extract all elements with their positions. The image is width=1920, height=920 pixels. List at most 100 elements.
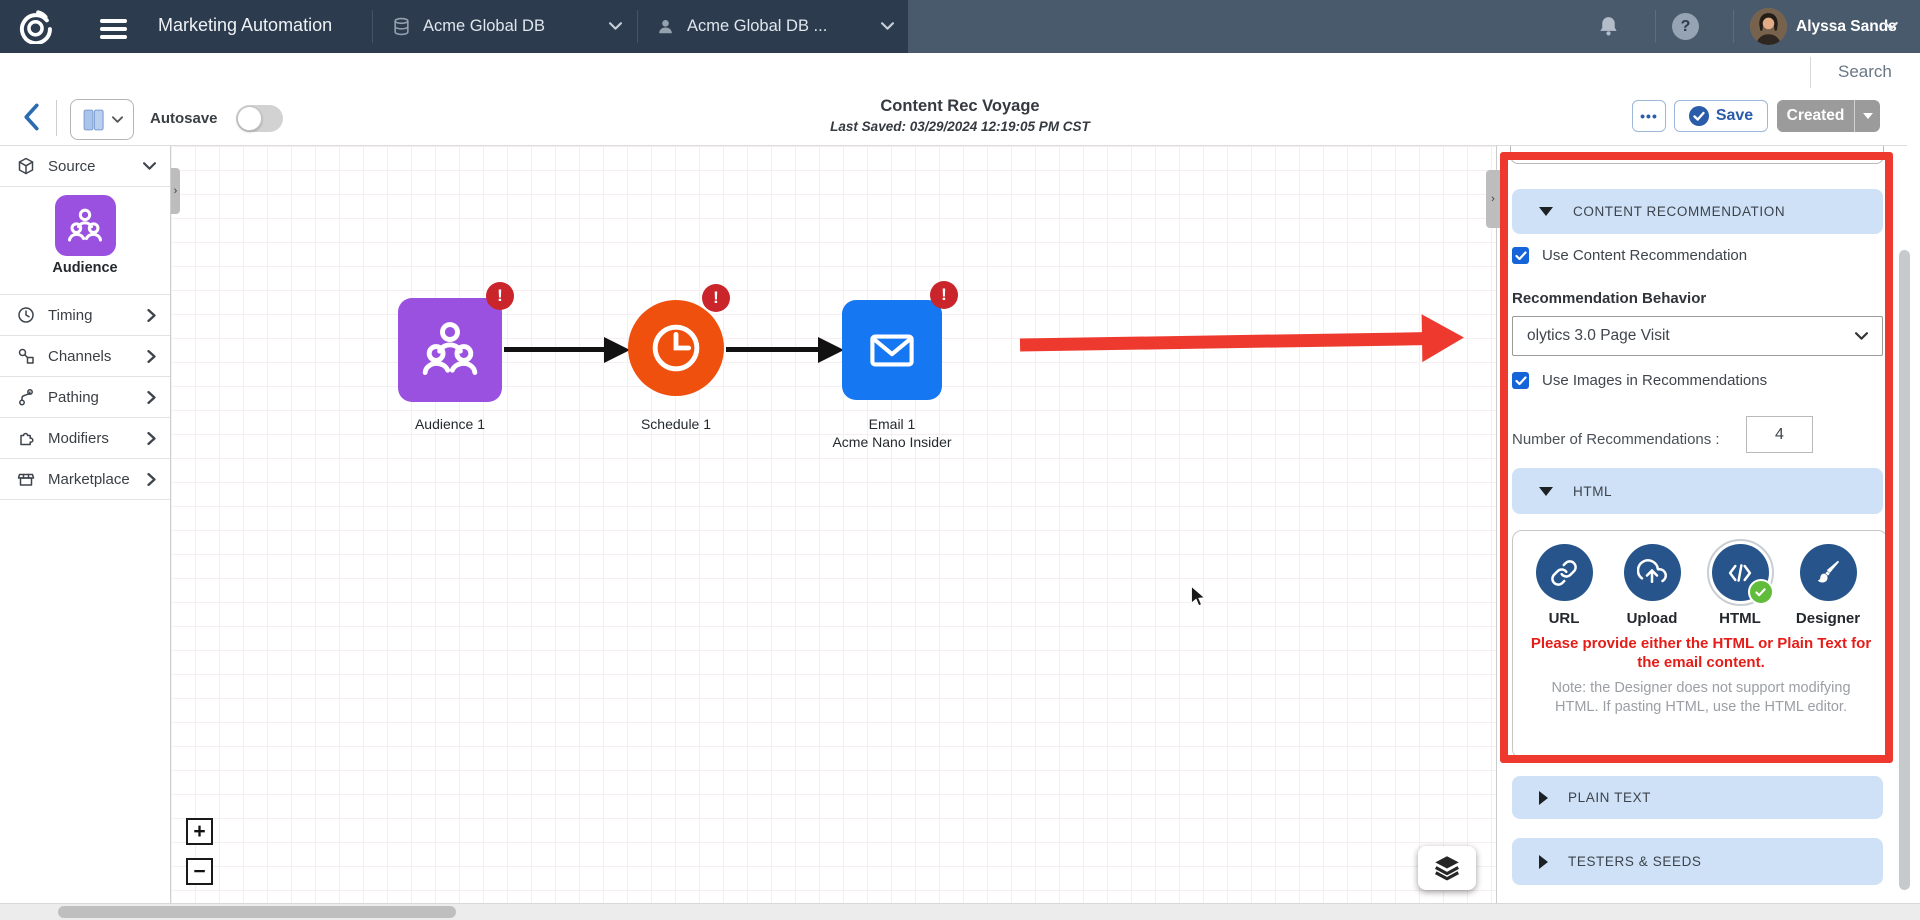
triangle-down-icon: [1539, 487, 1553, 496]
chevron-down-icon: [609, 22, 622, 31]
account-selector-label: Acme Global DB ...: [687, 17, 827, 36]
caret-down-icon: [1863, 113, 1873, 119]
help-glyph: ?: [1681, 18, 1691, 36]
person-icon: [656, 17, 675, 36]
sidebar-item-label: Timing: [48, 307, 92, 324]
save-button[interactable]: Save: [1674, 100, 1768, 132]
option-upload[interactable]: Upload: [1608, 544, 1696, 627]
section-header-html[interactable]: HTML: [1512, 468, 1883, 514]
section-header-plain-text[interactable]: PLAIN TEXT: [1512, 776, 1883, 819]
horizontal-scrollbar-thumb[interactable]: [58, 906, 456, 918]
sidebar-item-label: Source: [48, 158, 96, 175]
puzzle-icon: [17, 429, 35, 447]
status-dropdown-caret[interactable]: [1854, 100, 1880, 132]
connector-line: [726, 347, 820, 352]
recommendation-behavior-select[interactable]: olytics 3.0 Page Visit: [1512, 316, 1883, 356]
use-content-recommendation-row[interactable]: Use Content Recommendation: [1512, 247, 1747, 264]
connector-line: [504, 347, 606, 352]
sidebar-item-timing[interactable]: Timing: [0, 295, 170, 336]
audience-source-tile[interactable]: [55, 195, 116, 256]
node-label: Schedule 1: [616, 416, 736, 432]
sidebar-item-label: Modifiers: [48, 430, 109, 447]
zoom-out-button[interactable]: −: [186, 858, 213, 885]
help-icon[interactable]: ?: [1672, 0, 1699, 53]
checkbox-checked[interactable]: [1512, 372, 1529, 389]
database-selector-dropdown[interactable]: Acme Global DB: [392, 0, 622, 53]
layers-icon: [1432, 853, 1462, 883]
error-badge[interactable]: !: [486, 282, 514, 310]
audience-tile-label: Audience: [0, 260, 170, 276]
audience-group-icon: [62, 203, 108, 249]
account-selector-dropdown[interactable]: Acme Global DB ...: [656, 0, 894, 53]
source-palette: Audience: [0, 195, 170, 295]
top-navbar: Marketing Automation Acme Global DB Acme…: [0, 0, 1920, 53]
user-avatar[interactable]: [1750, 0, 1787, 53]
search-input[interactable]: Search: [1838, 62, 1892, 82]
paintbrush-icon: [1814, 559, 1842, 587]
node-email-1[interactable]: [842, 300, 942, 400]
storefront-icon: [17, 470, 35, 488]
horizontal-scrollbar[interactable]: [0, 903, 1920, 920]
cloud-upload-icon: [1637, 558, 1667, 588]
option-html[interactable]: HTML: [1696, 544, 1784, 627]
node-audience-1[interactable]: [398, 298, 502, 402]
clock-icon: [645, 317, 707, 379]
sidebar-item-marketplace[interactable]: Marketplace: [0, 459, 170, 500]
option-label: URL: [1520, 610, 1608, 627]
node-label: Email 1: [812, 416, 972, 432]
connector-arrowhead: [818, 337, 844, 363]
hamburger-menu-icon[interactable]: [100, 15, 127, 43]
error-badge[interactable]: !: [930, 281, 958, 309]
connector-arrowhead: [604, 337, 630, 363]
voyage-canvas[interactable]: [171, 145, 1496, 904]
notifications-bell-icon[interactable]: [1596, 0, 1621, 53]
section-title: PLAIN TEXT: [1568, 790, 1651, 805]
link-icon: [1550, 559, 1578, 587]
vertical-scrollbar[interactable]: [1898, 146, 1911, 903]
audience-group-icon: [413, 313, 487, 387]
app-logo-icon[interactable]: [18, 9, 53, 49]
more-options-button[interactable]: •••: [1632, 100, 1666, 132]
triangle-right-icon: [1539, 791, 1548, 805]
sidebar-item-label: Marketplace: [48, 471, 130, 488]
sidebar-item-modifiers[interactable]: Modifiers: [0, 418, 170, 459]
pathing-branch-icon: [17, 388, 35, 406]
status-badge[interactable]: Created: [1777, 100, 1854, 132]
node-schedule-1[interactable]: [628, 300, 724, 396]
section-header-testers-seeds[interactable]: TESTERS & SEEDS: [1512, 838, 1883, 885]
check-icon: [1515, 251, 1527, 261]
user-name[interactable]: Alyssa Sands: [1796, 0, 1897, 53]
nav-divider: [1655, 10, 1656, 43]
sidebar-item-source[interactable]: Source: [0, 146, 170, 187]
option-url[interactable]: URL: [1520, 544, 1608, 627]
cube-icon: [17, 157, 35, 175]
collapsed-section-above: [1510, 145, 1884, 164]
clock-icon: [17, 306, 35, 324]
option-designer[interactable]: Designer: [1784, 544, 1872, 627]
vertical-scrollbar-thumb[interactable]: [1899, 250, 1910, 890]
html-content-card: URL Upload HTML: [1512, 530, 1888, 759]
panel-collapse-handle[interactable]: ›: [1486, 170, 1500, 228]
sidebar-item-channels[interactable]: Channels: [0, 336, 170, 377]
envelope-icon: [859, 317, 925, 383]
layers-button[interactable]: [1418, 846, 1476, 890]
node-sublabel: Acme Nano Insider: [792, 434, 992, 450]
recommendations-count-input[interactable]: [1746, 416, 1813, 453]
option-label: Designer: [1784, 610, 1872, 627]
chevron-right-icon: [147, 309, 156, 322]
triangle-down-icon: [1539, 207, 1553, 216]
validation-warning: Please provide either the HTML or Plain …: [1525, 634, 1877, 672]
user-menu-chevron-icon[interactable]: [1884, 0, 1898, 53]
nav-divider: [372, 10, 373, 43]
error-badge[interactable]: !: [702, 284, 730, 312]
designer-note: Note: the Designer does not support modi…: [1533, 679, 1869, 717]
sidebar-collapse-handle[interactable]: ›: [171, 168, 180, 214]
section-header-content-recommendation[interactable]: CONTENT RECOMMENDATION: [1512, 189, 1883, 234]
sidebar-item-pathing[interactable]: Pathing: [0, 377, 170, 418]
chevron-right-icon: [147, 432, 156, 445]
checkbox-checked[interactable]: [1512, 247, 1529, 264]
chevron-right-icon: [147, 391, 156, 404]
use-images-row[interactable]: Use Images in Recommendations: [1512, 372, 1767, 389]
search-divider: [1810, 57, 1811, 88]
zoom-in-button[interactable]: +: [186, 818, 213, 845]
